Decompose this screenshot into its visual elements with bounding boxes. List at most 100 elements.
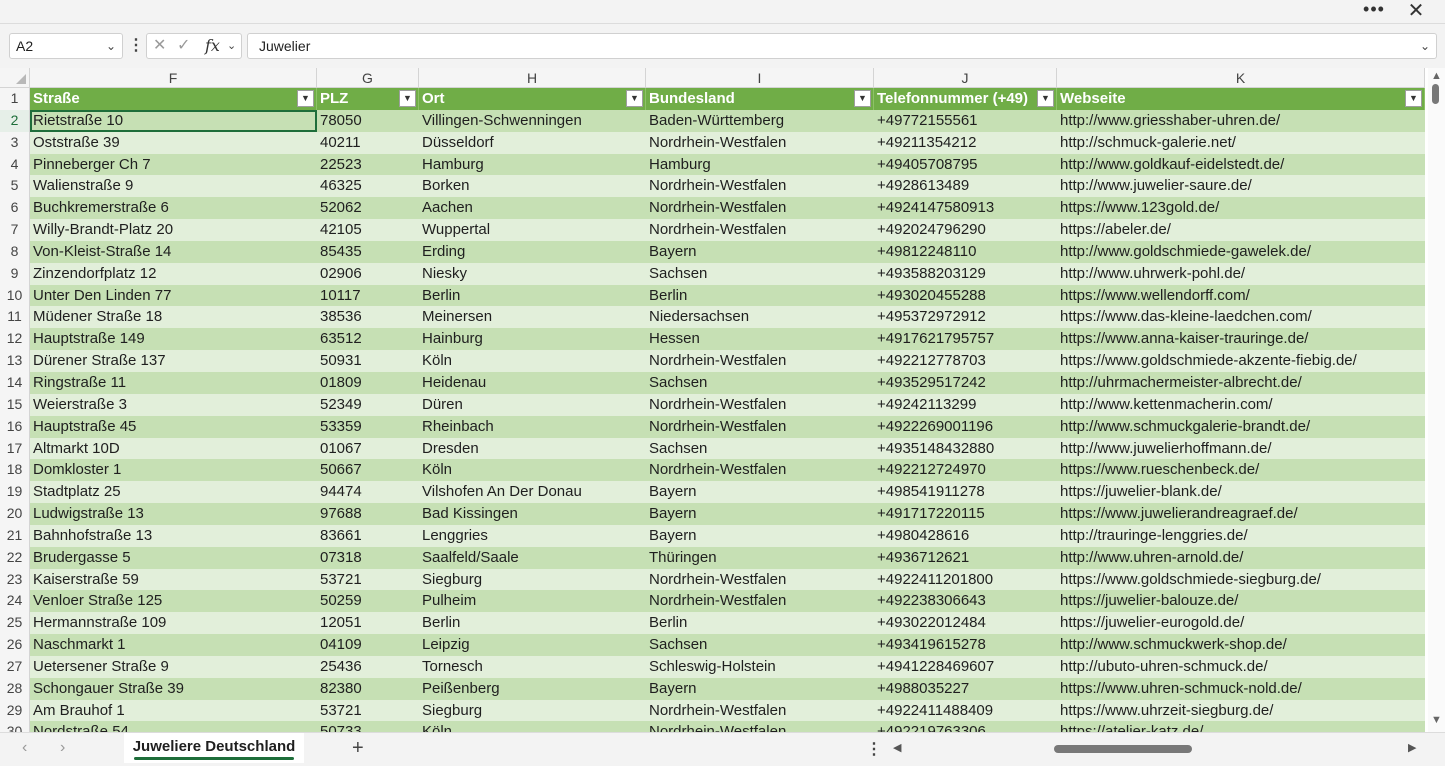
table-cell[interactable]: Niedersachsen [646, 306, 874, 329]
table-cell[interactable]: +491717220115 [874, 503, 1057, 525]
table-cell[interactable]: Dürener Straße 137 [30, 350, 317, 372]
table-cell[interactable]: Nordrhein-Westfalen [646, 415, 874, 438]
row-header[interactable]: 23 [0, 568, 30, 591]
table-cell[interactable]: Naschmarkt 1 [30, 634, 317, 656]
table-cell[interactable]: +4980428616 [874, 524, 1057, 547]
filter-dropdown-icon[interactable]: ▼ [626, 90, 643, 107]
table-cell[interactable]: Dresden [419, 437, 646, 460]
table-cell[interactable]: +49211354212 [874, 131, 1057, 154]
table-cell[interactable]: https://www.uhren-schmuck-nold.de/ [1057, 677, 1425, 700]
filter-dropdown-icon[interactable]: ▼ [1405, 90, 1422, 107]
row-header[interactable]: 1 [0, 88, 30, 110]
table-cell[interactable]: +493588203129 [874, 262, 1057, 285]
row-header[interactable]: 27 [0, 655, 30, 678]
table-cell[interactable]: 85435 [317, 240, 419, 263]
table-cell[interactable]: Wuppertal [419, 219, 646, 241]
table-cell[interactable]: http://www.juwelierhoffmann.de/ [1057, 437, 1425, 460]
table-cell[interactable]: Berlin [419, 612, 646, 635]
table-cell[interactable]: +49405708795 [874, 153, 1057, 176]
table-cell[interactable]: +4922411488409 [874, 699, 1057, 722]
table-cell[interactable]: 50733 [317, 721, 419, 732]
row-header[interactable]: 24 [0, 590, 30, 613]
table-cell[interactable]: Stadtplatz 25 [30, 481, 317, 504]
table-cell[interactable]: https://atelier-katz.de/ [1057, 721, 1425, 732]
table-cell[interactable]: Weierstraße 3 [30, 393, 317, 416]
table-cell[interactable]: https://www.123gold.de/ [1057, 197, 1425, 220]
column-header-g[interactable]: G [317, 68, 419, 88]
scroll-up-icon[interactable]: ▲ [1431, 70, 1442, 82]
row-header[interactable]: 12 [0, 328, 30, 351]
spreadsheet-grid[interactable]: FGHIJK 1 2 3 4 5 6 7 8 9 10 11 12 13 14 15 16 17 18 19 20 2… [0, 68, 1428, 732]
table-cell[interactable]: +492212724970 [874, 459, 1057, 482]
table-cell[interactable]: http://www.goldkauf-eidelstedt.de/ [1057, 153, 1425, 176]
table-cell[interactable]: Nordrhein-Westfalen [646, 590, 874, 613]
table-cell[interactable]: Villingen-Schwenningen [419, 109, 646, 132]
row-header[interactable]: 2 [0, 109, 30, 132]
table-cell[interactable]: Nordrhein-Westfalen [646, 350, 874, 372]
table-cell[interactable]: +4941228469607 [874, 655, 1057, 678]
table-cell[interactable]: 42105 [317, 219, 419, 241]
filter-dropdown-icon[interactable]: ▼ [297, 90, 314, 107]
table-cell[interactable]: Düren [419, 393, 646, 416]
table-cell[interactable]: Heidenau [419, 371, 646, 394]
table-cell[interactable]: http://www.uhren-arnold.de/ [1057, 546, 1425, 569]
table-cell[interactable]: Hainburg [419, 328, 646, 351]
table-cell[interactable]: Hamburg [419, 153, 646, 176]
row-header[interactable]: 9 [0, 262, 30, 285]
table-cell[interactable]: Nordrhein-Westfalen [646, 131, 874, 154]
table-cell[interactable]: http://uhrmachermeister-albrecht.de/ [1057, 371, 1425, 394]
table-cell[interactable]: +4928613489 [874, 175, 1057, 198]
formula-input[interactable]: Juwelier ⌄ [247, 33, 1437, 59]
table-cell[interactable]: +49772155561 [874, 109, 1057, 132]
table-cell[interactable]: 50667 [317, 459, 419, 482]
table-cell[interactable]: Hauptstraße 45 [30, 415, 317, 438]
table-cell[interactable]: 10117 [317, 284, 419, 307]
table-cell[interactable]: +495372972912 [874, 306, 1057, 329]
chevron-down-icon[interactable]: ⌄ [227, 36, 236, 56]
table-cell[interactable]: 53359 [317, 415, 419, 438]
table-cell[interactable]: Meinersen [419, 306, 646, 329]
table-header-cell[interactable]: PLZ ▼ [317, 88, 419, 110]
table-cell[interactable]: 02906 [317, 262, 419, 285]
row-header[interactable]: 10 [0, 284, 30, 307]
table-cell[interactable]: 12051 [317, 612, 419, 635]
table-cell[interactable]: Sachsen [646, 634, 874, 656]
table-cell[interactable]: Von-Kleist-Straße 14 [30, 240, 317, 263]
table-cell[interactable]: https://www.wellendorff.com/ [1057, 284, 1425, 307]
table-cell[interactable]: Köln [419, 459, 646, 482]
insert-function-icon[interactable]: fx [205, 36, 220, 56]
table-cell[interactable]: +4922411201800 [874, 568, 1057, 591]
row-header[interactable]: 29 [0, 699, 30, 722]
select-all-corner[interactable] [0, 68, 30, 88]
table-cell[interactable]: Bayern [646, 677, 874, 700]
row-header[interactable]: 26 [0, 634, 30, 656]
table-cell[interactable]: +4924147580913 [874, 197, 1057, 220]
table-cell[interactable]: Ringstraße 11 [30, 371, 317, 394]
table-cell[interactable]: +4936712621 [874, 546, 1057, 569]
filter-dropdown-icon[interactable]: ▼ [854, 90, 871, 107]
table-cell[interactable]: Vilshofen An Der Donau [419, 481, 646, 504]
cancel-icon[interactable]: ✕ [153, 36, 166, 56]
table-cell[interactable]: Brudergasse 5 [30, 546, 317, 569]
table-cell[interactable]: +492238306643 [874, 590, 1057, 613]
enter-icon[interactable]: ✓ [177, 36, 190, 56]
table-cell[interactable]: Niesky [419, 262, 646, 285]
table-cell[interactable]: http://www.griesshaber-uhren.de/ [1057, 109, 1425, 132]
table-cell[interactable]: Baden-Württemberg [646, 109, 874, 132]
table-cell[interactable]: http://www.schmuckwerk-shop.de/ [1057, 634, 1425, 656]
table-cell[interactable]: Peißenberg [419, 677, 646, 700]
row-header[interactable]: 30 [0, 721, 30, 732]
table-cell[interactable]: https://abeler.de/ [1057, 219, 1425, 241]
table-cell[interactable]: Uetersener Straße 9 [30, 655, 317, 678]
table-cell[interactable]: Bad Kissingen [419, 503, 646, 525]
table-cell[interactable]: 52349 [317, 393, 419, 416]
table-cell[interactable]: Tornesch [419, 655, 646, 678]
table-cell[interactable]: Sachsen [646, 371, 874, 394]
table-cell[interactable]: Bayern [646, 503, 874, 525]
table-cell[interactable]: +493022012484 [874, 612, 1057, 635]
table-cell[interactable]: Pinneberger Ch 7 [30, 153, 317, 176]
table-cell[interactable]: https://www.rueschenbeck.de/ [1057, 459, 1425, 482]
table-cell[interactable]: Erding [419, 240, 646, 263]
table-cell[interactable]: Schleswig-Holstein [646, 655, 874, 678]
vertical-scroll-thumb[interactable] [1432, 84, 1439, 104]
